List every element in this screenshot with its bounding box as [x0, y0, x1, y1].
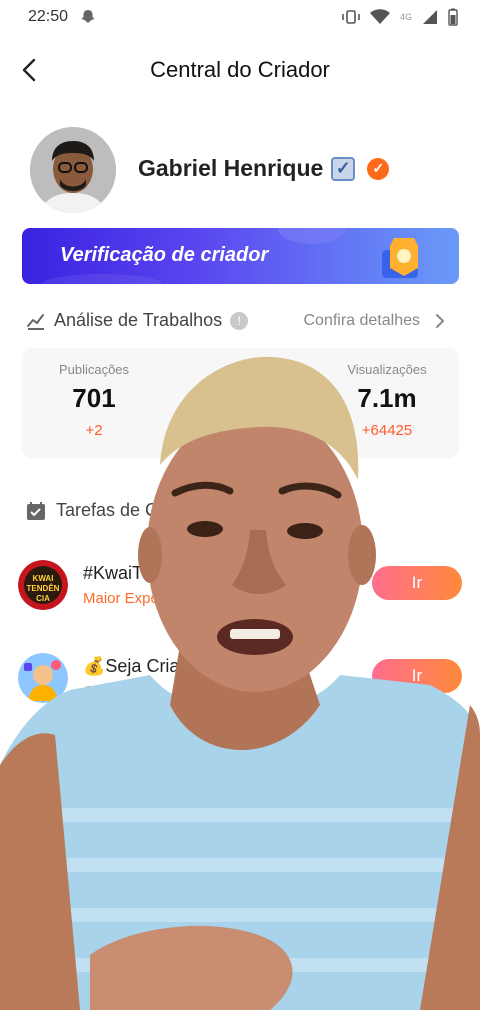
vibrate-icon [342, 10, 360, 24]
checkbox-emoji-icon: ✓ [331, 156, 356, 181]
page-title: Central do Criador [150, 57, 330, 82]
avatar-image [30, 127, 116, 213]
info-icon[interactable]: ! [230, 311, 249, 330]
analysis-section-header: Análise de Trabalhos ! [26, 310, 249, 331]
profile-name: Gabriel Henrique [138, 155, 324, 181]
avatar[interactable] [30, 127, 116, 213]
profile-name-row: Gabriel Henrique ✓ ✓ [138, 155, 390, 182]
status-icons: 4G [342, 8, 458, 26]
creator-verification-banner[interactable]: Verificação de criador [22, 228, 459, 284]
signal-icon [423, 10, 437, 24]
shield-coin-icon [382, 238, 418, 278]
battery-icon [448, 8, 458, 26]
network-type: 4G [399, 12, 412, 22]
chevron-right-icon[interactable] [434, 312, 446, 330]
status-bar: 22:50 4G [0, 0, 480, 34]
presenter-video-overlay [0, 356, 480, 1010]
notification-ghost-icon [81, 10, 95, 23]
app-header: Central do Criador [0, 40, 480, 100]
status-time: 22:50 [28, 8, 69, 25]
banner-text: Verificação de criador [60, 244, 269, 266]
trend-chart-icon [27, 313, 44, 330]
details-link-label: Confira detalhes [303, 312, 420, 329]
wifi-icon [369, 9, 390, 24]
analysis-title: Análise de Trabalhos [54, 310, 223, 330]
details-link[interactable]: Confira detalhes [303, 312, 442, 330]
verified-badge-icon: ✓ [367, 157, 390, 180]
